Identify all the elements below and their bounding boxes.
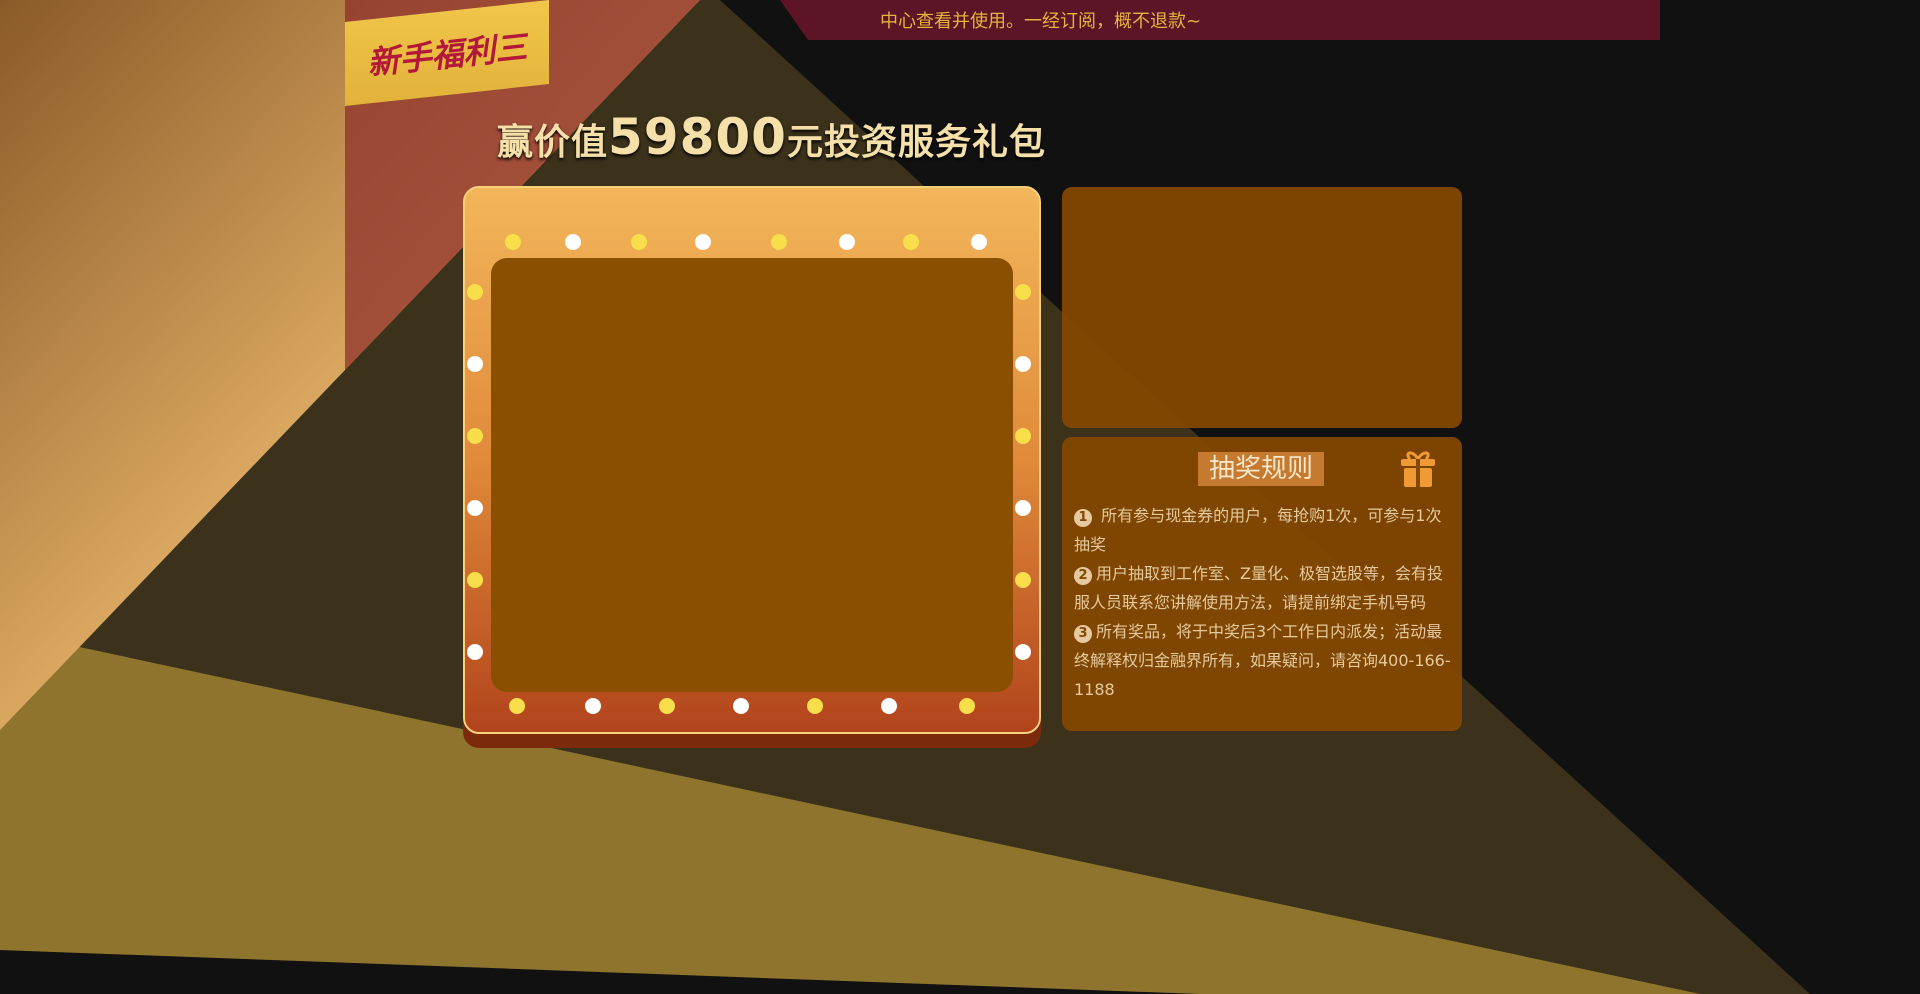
light-bulb [971, 234, 987, 250]
rule-text: 所有参与现金券的用户，每抢购1次，可参与1次抽奖 [1074, 506, 1442, 554]
light-bulb [733, 698, 749, 714]
rule-number: 2 [1074, 567, 1092, 585]
title-prefix: 赢价值 [497, 122, 609, 163]
light-bulb [1015, 500, 1031, 516]
light-bulb [959, 698, 975, 714]
light-bulb [467, 572, 483, 588]
rules-title: 抽奖规则 [1198, 452, 1324, 486]
light-bulb [505, 234, 521, 250]
light-bulb [903, 234, 919, 250]
light-bulb [467, 500, 483, 516]
light-bulb [509, 698, 525, 714]
light-bulb [1015, 428, 1031, 444]
rules-panel: 抽奖规则 1 所有参与现金券的用户，每抢购1次，可参与1次抽奖 2 用户抽取到工作… [1062, 437, 1462, 731]
title-amount: 59800 [608, 108, 787, 166]
page-title: 赢价值59800元投资服务礼包 [497, 108, 1046, 166]
notice-banner: 中心查看并使用。一经订阅，概不退款~ [780, 0, 1660, 40]
light-bulb [467, 644, 483, 660]
light-bulb [467, 356, 483, 372]
title-suffix: 元投资服务礼包 [786, 122, 1046, 163]
light-bulb [881, 698, 897, 714]
light-bulb [839, 234, 855, 250]
light-bulb [585, 698, 601, 714]
light-bulb [807, 698, 823, 714]
rule-text: 用户抽取到工作室、Z量化、极智选股等，会有投服人员联系您讲解使用方法，请提前绑定… [1074, 564, 1443, 612]
rule-text: 所有奖品，将于中奖后3个工作日内派发；活动最终解释权归金融界所有，如果疑问，请咨… [1074, 622, 1451, 699]
ribbon-label: 新手福利三 [365, 27, 529, 83]
rule-item-1: 1 所有参与现金券的用户，每抢购1次，可参与1次抽奖 [1074, 501, 1456, 559]
rule-item-3: 3 所有奖品，将于中奖后3个工作日内派发；活动最终解释权归金融界所有，如果疑问，请… [1074, 617, 1456, 704]
light-bulb [565, 234, 581, 250]
rule-number: 3 [1074, 625, 1092, 643]
light-bulb [1015, 644, 1031, 660]
light-bulb [467, 428, 483, 444]
light-bulb [467, 284, 483, 300]
lottery-machine [463, 186, 1041, 734]
rule-number: 1 [1074, 509, 1092, 527]
light-bulb [1015, 356, 1031, 372]
lottery-screen[interactable] [491, 258, 1013, 692]
light-bulb [631, 234, 647, 250]
prize-panel [1062, 187, 1462, 428]
gift-icon [1401, 451, 1435, 487]
light-bulb [695, 234, 711, 250]
light-bulb [659, 698, 675, 714]
light-bulb [771, 234, 787, 250]
notice-text: 中心查看并使用。一经订阅，概不退款~ [880, 11, 1202, 32]
light-bulb [1015, 572, 1031, 588]
rule-item-2: 2 用户抽取到工作室、Z量化、极智选股等，会有投服人员联系您讲解使用方法，请提前绑… [1074, 559, 1456, 617]
light-bulb [1015, 284, 1031, 300]
